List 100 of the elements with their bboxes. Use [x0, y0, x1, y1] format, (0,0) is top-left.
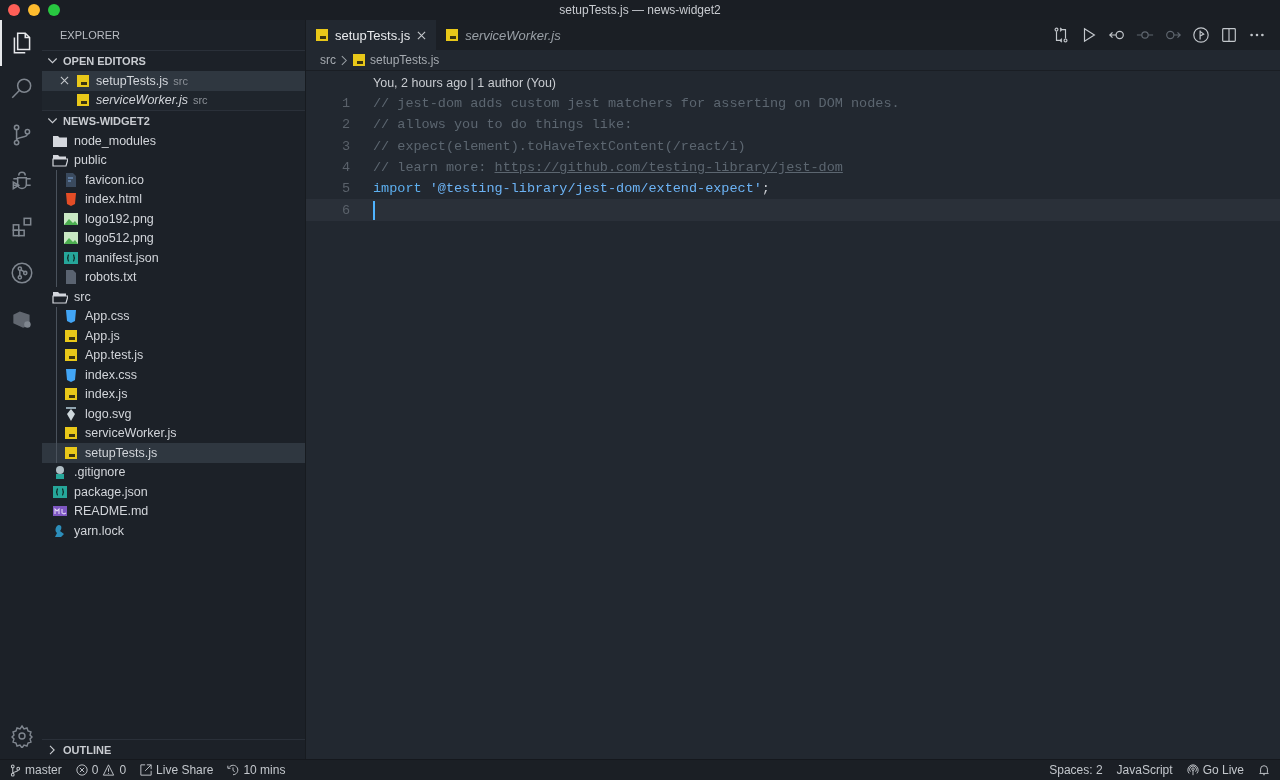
- compare-icon[interactable]: [1052, 26, 1070, 44]
- tree-item[interactable]: logo512.png: [42, 228, 305, 248]
- open-editor-item[interactable]: serviceWorker.js src: [42, 90, 305, 110]
- tree-item[interactable]: package.json: [42, 482, 305, 502]
- file-name: index.css: [85, 367, 138, 382]
- html-file-icon: [63, 191, 79, 208]
- js-file-icon: [63, 347, 79, 364]
- line-number: 5: [340, 181, 351, 197]
- tree-item[interactable]: index.html: [42, 189, 305, 209]
- tree-item[interactable]: public: [42, 150, 305, 170]
- timer-status[interactable]: 10 mins: [227, 763, 286, 777]
- file-name: setupTests.js: [85, 445, 158, 460]
- chevron-icon[interactable]: [47, 117, 58, 125]
- text-cursor: [373, 200, 375, 220]
- code-token: ;: [761, 181, 770, 197]
- editor-tab[interactable]: serviceWorker.js: [436, 20, 571, 50]
- tree-item[interactable]: README.md: [42, 501, 305, 521]
- js-file-icon: [63, 444, 79, 461]
- chevron-icon: [341, 54, 348, 66]
- tree-item[interactable]: favicon.ico: [42, 170, 305, 190]
- chevron-icon[interactable]: [47, 57, 58, 65]
- file-name: logo.svg: [85, 406, 132, 421]
- branch-icon: [10, 763, 21, 777]
- file-name: robots.txt: [85, 270, 137, 285]
- file-name: serviceWorker.js: [96, 93, 188, 108]
- tree-item[interactable]: .gitignore: [42, 462, 305, 482]
- favicon-file-icon: [63, 171, 79, 188]
- language-status[interactable]: JavaScript: [1116, 763, 1173, 777]
- line-number: 2: [340, 117, 351, 133]
- error-icon: [75, 764, 88, 776]
- code-token: // jest-dom adds custom jest matchers for asserting on DOM nodes.: [373, 96, 900, 112]
- chevron-icon[interactable]: [49, 744, 56, 755]
- image-icon: [63, 230, 79, 247]
- tree-item[interactable]: yarn.lock: [42, 521, 305, 541]
- tree-item[interactable]: index.css: [42, 365, 305, 385]
- window-zoom-button[interactable]: [48, 4, 60, 16]
- file-name: index.js: [85, 387, 128, 402]
- file-path: src: [173, 74, 188, 87]
- braces-icon: [63, 249, 79, 266]
- js-file-icon: [446, 29, 459, 41]
- warning-icon: [102, 764, 116, 776]
- breadcrumb-item[interactable]: src: [320, 53, 336, 67]
- tree-item[interactable]: node_modules: [42, 131, 305, 151]
- file-name: serviceWorker.js: [85, 426, 177, 441]
- code-token: // learn more:: [373, 160, 488, 176]
- problems-status[interactable]: 0 0: [75, 763, 127, 777]
- file-name: yarn.lock: [74, 523, 125, 538]
- go-live-status[interactable]: Go Live: [1186, 763, 1244, 777]
- file-name: logo512.png: [85, 231, 154, 246]
- file-name: package.json: [74, 484, 148, 499]
- window-close-button[interactable]: [8, 4, 20, 16]
- tree-item[interactable]: logo.svg: [42, 404, 305, 424]
- text-file-icon: [63, 269, 79, 286]
- js-file-icon: [75, 92, 91, 109]
- blame-annotation[interactable]: You, 2 hours ago | 1 author (You): [306, 73, 1280, 93]
- branch-status[interactable]: master: [10, 763, 62, 777]
- window-title: setupTests.js — news-widget2: [559, 3, 721, 17]
- js-file-icon: [63, 425, 79, 442]
- window-minimize-button[interactable]: [28, 4, 40, 16]
- open-editor-item[interactable]: setupTests.js src: [42, 71, 305, 91]
- file-name: node_modules: [74, 133, 156, 148]
- section-header[interactable]: NEWS-WIDGET2: [63, 115, 150, 127]
- braces-icon: [52, 483, 68, 500]
- tree-item[interactable]: logo192.png: [42, 209, 305, 229]
- code-token: // allows you to do things like:: [373, 117, 633, 133]
- broadcast-icon: [1186, 764, 1199, 776]
- tree-item[interactable]: App.css: [42, 306, 305, 326]
- share-icon: [140, 764, 153, 776]
- tree-item[interactable]: App.test.js: [42, 345, 305, 365]
- close-icon[interactable]: [417, 30, 427, 40]
- file-path: src: [192, 94, 208, 107]
- section-header[interactable]: OPEN EDITORS: [63, 55, 146, 67]
- section-header[interactable]: OUTLINE: [63, 743, 112, 756]
- live-share-status[interactable]: Live Share: [140, 763, 214, 777]
- bell-icon[interactable]: [1258, 764, 1270, 776]
- file-name: setupTests.js: [96, 73, 169, 88]
- svg-file-icon: [63, 405, 79, 422]
- code-token: '@testing-library/jest-dom/extend-expect': [429, 181, 762, 197]
- timeline-icon[interactable]: [1192, 26, 1210, 44]
- file-name: logo192.png: [85, 211, 154, 226]
- js-file-icon: [63, 386, 79, 403]
- file-name: manifest.json: [85, 250, 159, 265]
- tree-item[interactable]: robots.txt: [42, 267, 305, 287]
- split-icon[interactable]: [1220, 26, 1238, 44]
- editor-tab[interactable]: setupTests.js: [306, 20, 437, 50]
- tree-item[interactable]: manifest.json: [42, 248, 305, 268]
- line-number: 4: [340, 160, 351, 176]
- breadcrumb-item[interactable]: setupTests.js: [370, 53, 440, 67]
- tree-item[interactable]: index.js: [42, 384, 305, 404]
- tree-item[interactable]: App.js: [42, 326, 305, 346]
- file-name: index.html: [85, 192, 142, 207]
- close-icon[interactable]: [60, 76, 69, 86]
- js-file-icon: [316, 29, 328, 41]
- js-file-icon: [63, 327, 79, 344]
- tree-item[interactable]: setupTests.js: [42, 443, 305, 463]
- code-token: // expect(element).toHaveTextContent(/react/i): [373, 138, 746, 154]
- line-number: 1: [340, 96, 351, 112]
- js-file-icon: [75, 72, 91, 89]
- indentation-status[interactable]: Spaces: 2: [1049, 763, 1103, 777]
- tree-item[interactable]: src: [42, 287, 305, 307]
